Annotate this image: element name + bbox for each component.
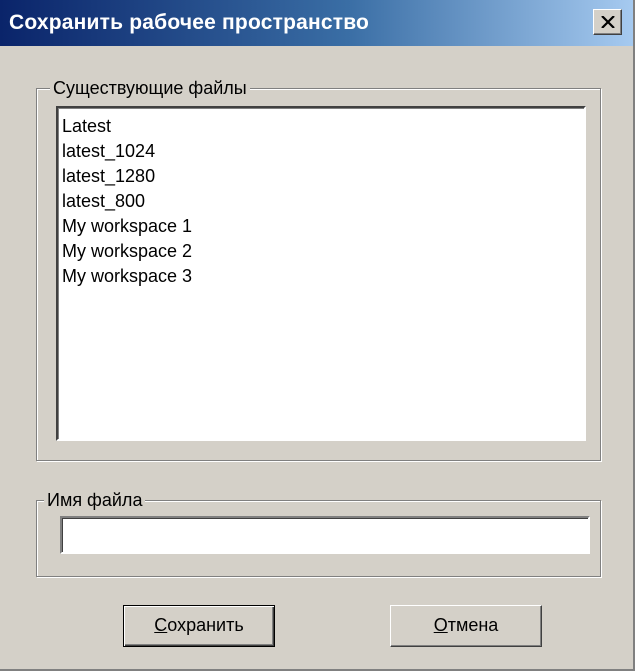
list-item[interactable]: My workspace 1 <box>62 214 192 239</box>
save-workspace-dialog: Сохранить рабочее пространство Существую… <box>0 0 635 671</box>
dialog-title: Сохранить рабочее пространство <box>9 11 370 34</box>
cancel-button-label: тмена <box>447 615 499 635</box>
save-button-label: охранить <box>167 615 244 635</box>
existing-files-listbox[interactable]: Latest latest_1024 latest_1280 latest_800 My… <box>56 106 586 441</box>
cancel-button[interactable]: Отмена <box>390 605 542 647</box>
list-item[interactable]: latest_1024 <box>62 139 192 164</box>
cancel-button-accel: О <box>433 615 448 635</box>
title-bar[interactable]: Сохранить рабочее пространство <box>0 0 633 46</box>
file-name-field[interactable] <box>60 516 590 554</box>
list-item[interactable]: My workspace 2 <box>62 239 192 264</box>
save-button[interactable]: Сохранить <box>123 605 275 647</box>
save-button-accel: С <box>154 615 168 635</box>
list-item[interactable]: latest_1280 <box>62 164 192 189</box>
close-button[interactable] <box>593 9 622 35</box>
list-item[interactable]: Latest <box>62 114 192 139</box>
close-icon <box>601 16 615 28</box>
file-list: Latest latest_1024 latest_1280 latest_800 My… <box>62 114 192 289</box>
list-item[interactable]: latest_800 <box>62 189 192 214</box>
file-name-legend: Имя файла <box>44 490 146 510</box>
list-item[interactable]: My workspace 3 <box>62 264 192 289</box>
existing-files-legend: Существующие файлы <box>50 78 250 98</box>
file-name-input[interactable] <box>66 521 576 545</box>
